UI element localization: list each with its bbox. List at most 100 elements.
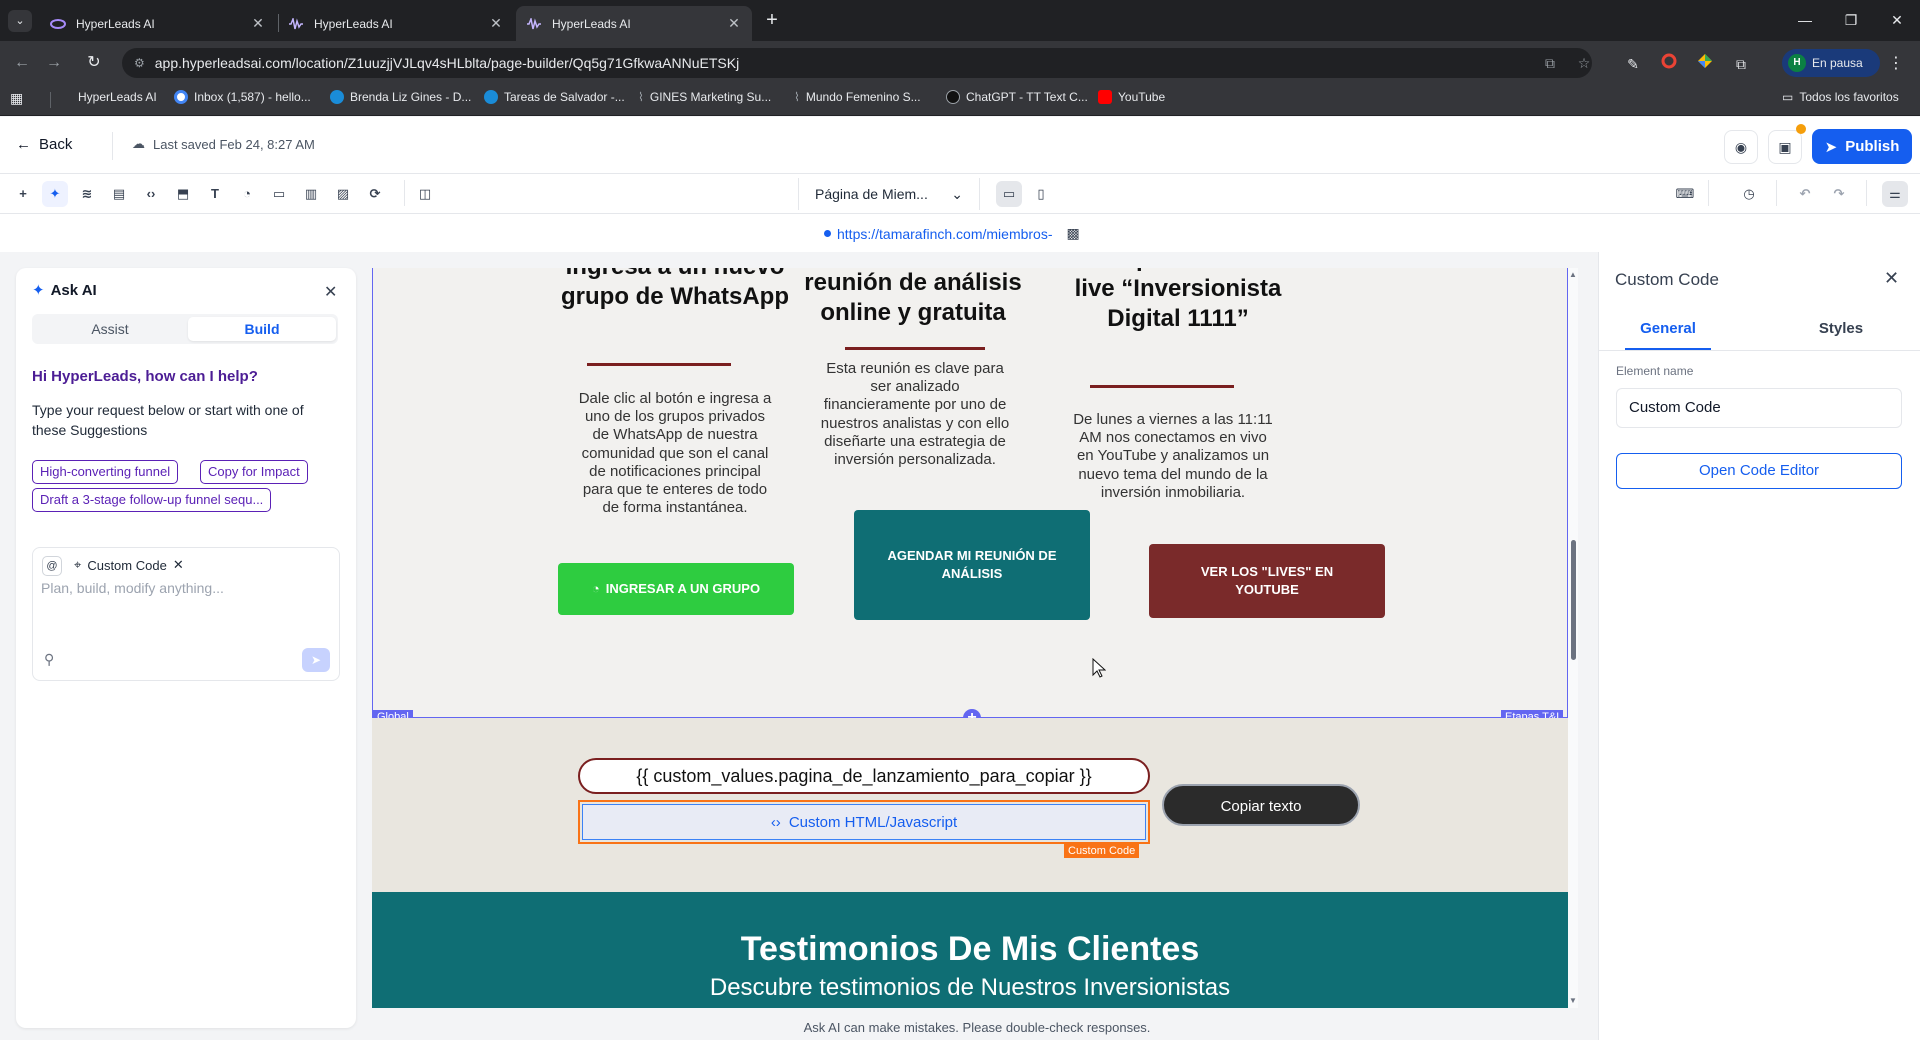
tab-styles[interactable]: Styles — [1786, 320, 1896, 337]
custom-code-element[interactable]: ‹› Custom HTML/Javascript — [578, 800, 1150, 844]
color-ring-extension-icon[interactable] — [1658, 53, 1680, 75]
open-code-editor-button[interactable]: Open Code Editor — [1616, 453, 1902, 489]
publish-button[interactable]: ➤ Publish — [1812, 129, 1912, 164]
text-icon[interactable]: T — [202, 181, 228, 207]
suggestion-chip[interactable]: Copy for Impact — [200, 460, 308, 484]
tab-general[interactable]: General — [1613, 320, 1723, 337]
paperclip-icon[interactable]: ⚲ — [44, 651, 54, 668]
forward-arrow-icon[interactable]: → — [40, 50, 68, 76]
close-window-icon[interactable]: ✕ — [1874, 0, 1920, 40]
browser-tab-active[interactable]: HyperLeads AI ✕ — [516, 6, 752, 41]
components-icon[interactable]: ⬒ — [170, 181, 196, 207]
url-omnibox[interactable]: ⚙ app.hyperleadsai.com/location/Z1uuzjjV… — [122, 48, 1592, 78]
status-dot — [824, 230, 831, 237]
bookmark-item[interactable]: ⌇ GINES Marketing Su... — [638, 90, 771, 104]
custom-code-placeholder[interactable]: ‹› Custom HTML/Javascript — [582, 804, 1146, 840]
qr-code-icon[interactable]: ▩ — [1067, 225, 1080, 242]
column-title: Participa en nuestro live “Inversionista… — [1063, 268, 1294, 332]
mention-icon[interactable]: @ — [42, 556, 62, 576]
custom-value-field[interactable]: {{ custom_values.pagina_de_lanzamiento_p… — [578, 758, 1150, 794]
tab-build[interactable]: Build — [188, 317, 336, 341]
chart-bookmark-icon: ⌇ — [794, 90, 800, 104]
page-selector[interactable]: Página de Miem... ⌄ — [798, 178, 980, 210]
site-info-icon[interactable]: ⚙ — [134, 56, 145, 70]
restore-window-icon[interactable]: ❐ — [1828, 0, 1874, 40]
bookmark-item[interactable]: ⌇ Mundo Femenino S... — [794, 90, 921, 104]
tab-title: HyperLeads AI — [76, 16, 155, 31]
minimize-window-icon[interactable]: — — [1782, 0, 1828, 40]
context-chip[interactable]: ⌖ Custom Code ✕ — [74, 557, 184, 573]
youtube-lives-button[interactable]: VER LOS "LIVES" EN YOUTUBE — [1149, 544, 1385, 618]
shapes-icon[interactable]: ◔ — [234, 181, 260, 207]
close-icon[interactable]: ✕ — [324, 282, 337, 302]
bookmark-item[interactable]: ChatGPT - TT Text C... — [946, 90, 1088, 104]
cloud-off-icon: ☁ — [132, 136, 145, 151]
ai-disclaimer: Ask AI can make mistakes. Please double-… — [803, 1020, 1151, 1035]
back-arrow-icon[interactable]: ← — [8, 50, 36, 76]
scroll-up-icon[interactable]: ▲ — [1568, 270, 1578, 279]
suggestion-chip[interactable]: High-converting funnel — [32, 460, 179, 484]
bookmark-item[interactable]: Brenda Liz Gines - D... — [330, 90, 471, 104]
back-button[interactable]: ← Back — [16, 136, 72, 153]
close-tab-icon[interactable]: ✕ — [250, 15, 266, 32]
bookmark-item[interactable]: Inbox (1,587) - hello... — [174, 90, 311, 104]
ai-greeting: Hi HyperLeads, how can I help? — [32, 368, 258, 385]
pages-icon[interactable]: ▤ — [106, 181, 132, 207]
forms-icon[interactable]: ▥ — [298, 181, 324, 207]
browser-tab[interactable]: HyperLeads AI ✕ — [278, 6, 514, 41]
scrollbar-thumb[interactable] — [1571, 540, 1576, 660]
bookmark-item[interactable]: YouTube — [1098, 90, 1165, 104]
eyedropper-extension-icon[interactable]: ✎ — [1622, 53, 1644, 75]
undo-icon[interactable]: ↶ — [1792, 181, 1818, 207]
remove-chip-icon[interactable]: ✕ — [173, 557, 184, 573]
browser-tab[interactable]: HyperLeads AI ✕ — [40, 6, 276, 41]
copy-text-button[interactable]: Copiar texto — [1162, 784, 1360, 826]
join-group-button[interactable]: ◔ INGRESAR A UN GRUPO — [558, 563, 794, 615]
tab-search-button[interactable]: ⌄ — [8, 10, 32, 32]
keyboard-shortcuts-icon[interactable]: ⌨ — [1672, 181, 1698, 207]
mobile-view-icon[interactable]: ▯ — [1028, 181, 1054, 207]
browser-menu-icon[interactable]: ⋮ — [1886, 53, 1906, 73]
bookmark-item[interactable]: Tareas de Salvador -... — [484, 90, 625, 104]
reload-icon[interactable]: ↻ — [80, 50, 108, 76]
prompt-input[interactable]: Plan, build, modify anything... — [41, 580, 224, 596]
layers-icon[interactable]: ≋ — [74, 181, 100, 207]
history-icon[interactable]: ◷ — [1736, 181, 1762, 207]
suggestion-chip[interactable]: Draft a 3-stage follow-up funnel sequ... — [32, 488, 272, 512]
close-tab-icon[interactable]: ✕ — [488, 15, 504, 32]
settings-sliders-icon[interactable]: ⚌ — [1882, 181, 1908, 207]
redo-icon[interactable]: ↷ — [1826, 181, 1852, 207]
bookmark-star-icon[interactable]: ☆ — [1574, 53, 1594, 73]
new-tab-button[interactable]: + — [758, 8, 786, 32]
all-bookmarks-folder[interactable]: ▭ Todos los favoritos — [1782, 90, 1899, 104]
steps-section[interactable]: Ingresa a un nuevo grupo de WhatsApp Dal… — [372, 268, 1568, 727]
apps-grid-icon[interactable]: ▦ — [10, 90, 23, 107]
code-icon[interactable]: ‹› — [138, 181, 164, 207]
close-tab-icon[interactable]: ✕ — [726, 15, 742, 32]
scroll-down-icon[interactable]: ▼ — [1568, 996, 1578, 1005]
close-icon[interactable]: ✕ — [1884, 268, 1899, 289]
unsaved-indicator — [1796, 124, 1806, 134]
page-url-link[interactable]: https://tamarafinch.com/miembros- ▩ — [824, 225, 1080, 242]
schedule-meeting-button[interactable]: AGENDAR MI REUNIÓN DE ANÁLISIS — [854, 510, 1090, 620]
translate-icon[interactable]: ⧉ — [1540, 53, 1560, 73]
send-button[interactable]: ➤ — [302, 648, 330, 672]
section-icon[interactable]: ▭ — [266, 181, 292, 207]
extensions-puzzle-icon[interactable]: ⧉ — [1730, 53, 1752, 75]
ask-ai-sparkle-icon[interactable]: ✦ — [42, 181, 68, 207]
diamond-extension-icon[interactable] — [1694, 53, 1716, 75]
avatar: H — [1788, 54, 1806, 72]
add-element-icon[interactable]: + — [10, 181, 36, 207]
media-icon[interactable]: ▨ — [330, 181, 356, 207]
page-canvas[interactable]: Ingresa a un nuevo grupo de WhatsApp Dal… — [372, 268, 1568, 1008]
preview-button[interactable]: ◉ — [1724, 130, 1758, 164]
tab-assist[interactable]: Assist — [36, 317, 184, 341]
profile-button[interactable]: H En pausa — [1782, 49, 1880, 77]
bookmark-item[interactable]: HyperLeads AI — [78, 90, 157, 104]
desktop-view-icon[interactable]: ▭ — [996, 181, 1022, 207]
element-name-field[interactable]: Custom Code — [1616, 388, 1902, 428]
chatgpt-icon — [946, 90, 960, 104]
integrations-icon[interactable]: ⟳ — [362, 181, 388, 207]
split-view-icon[interactable]: ◫ — [412, 181, 438, 207]
save-button[interactable]: ▣ — [1768, 130, 1802, 164]
